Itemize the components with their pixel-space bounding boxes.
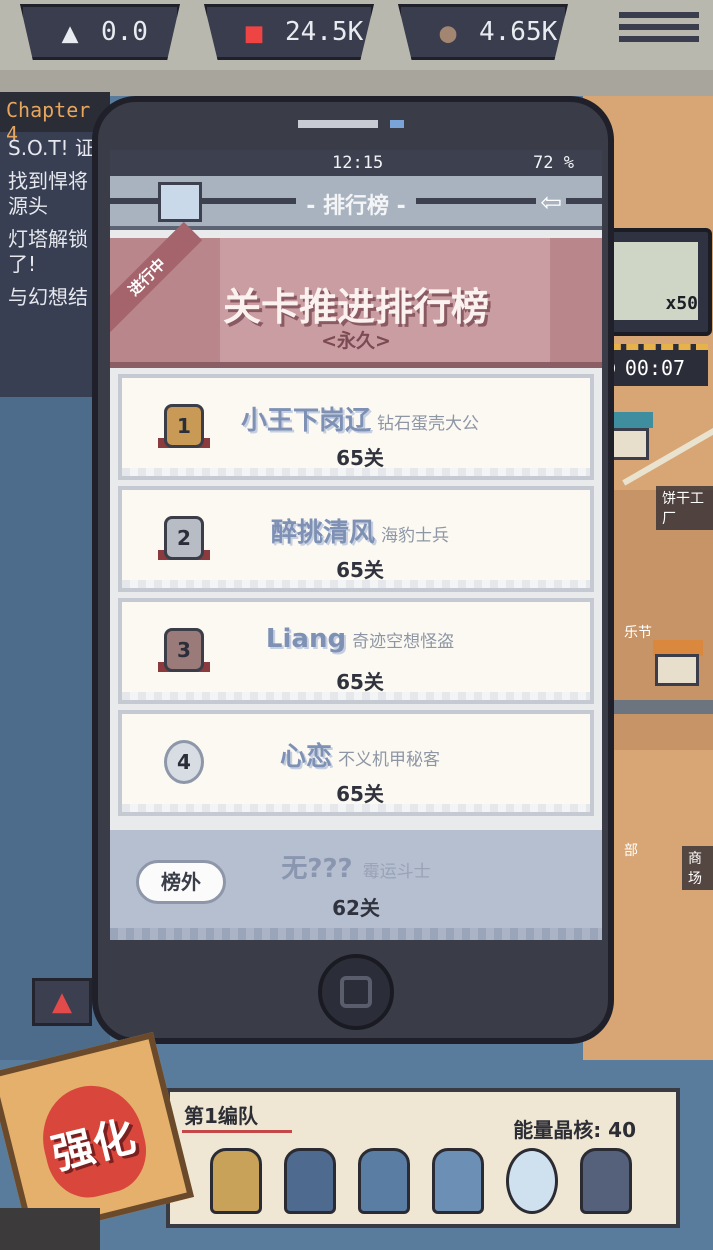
squad-member-avatar[interactable] bbox=[210, 1148, 262, 1214]
resource-sail-value: 0.0 bbox=[101, 17, 148, 47]
player-name: Liang bbox=[265, 624, 347, 654]
phone-status-bar: 12:15 72 % bbox=[110, 150, 602, 176]
player-score: 65关 bbox=[336, 558, 384, 582]
bottom-decor bbox=[0, 1208, 100, 1250]
phone-home-button[interactable] bbox=[318, 954, 394, 1030]
squad-panel[interactable]: 第1编队 能量晶核: 40 bbox=[166, 1088, 680, 1228]
energy-core-count: 能量晶核: 40 bbox=[513, 1118, 636, 1142]
squad-member-avatar[interactable] bbox=[284, 1148, 336, 1214]
reward-timer-value: 00:07 bbox=[624, 356, 686, 380]
resource-ore-value: 4.65K bbox=[479, 17, 558, 47]
map-label-mall[interactable]: 商场 bbox=[682, 846, 713, 890]
leaderboard-row[interactable]: 2 醉挑清风 海豹士兵 65关 bbox=[118, 486, 594, 592]
resource-ore[interactable]: ● 4.65K bbox=[398, 4, 568, 60]
map-building[interactable] bbox=[655, 654, 699, 686]
page-title: - 排行榜 - bbox=[296, 194, 416, 219]
phone-screen: 12:15 72 % - 排行榜 - ⇦ 进行中 关卡推进排行榜 <永久> 1 bbox=[110, 150, 602, 940]
ore-icon: ● bbox=[439, 15, 457, 49]
warning-icon: ▲ bbox=[52, 987, 72, 1017]
squad-member-avatar[interactable] bbox=[506, 1148, 558, 1214]
player-score: 65关 bbox=[336, 782, 384, 806]
player-name: 小王下岗辽 bbox=[240, 406, 371, 436]
my-score: 62关 bbox=[332, 896, 380, 920]
squad-member-avatar[interactable] bbox=[358, 1148, 410, 1214]
reward-count: x50 bbox=[665, 293, 698, 314]
squad-member-avatar[interactable] bbox=[432, 1148, 484, 1214]
player-score: 65关 bbox=[336, 446, 384, 470]
player-title: 奇迹空想怪盗 bbox=[352, 632, 455, 652]
player-name: 心恋 bbox=[279, 742, 332, 772]
player-score: 65关 bbox=[336, 670, 384, 694]
status-battery: 72 % bbox=[533, 153, 574, 173]
my-name: 无??? bbox=[281, 854, 353, 884]
leaderboard-row[interactable]: 1 小王下岗辽 钻石蛋壳大公 65关 bbox=[118, 374, 594, 480]
squad-name: 第1编队 bbox=[184, 1104, 258, 1128]
my-title: 霉运斗士 bbox=[362, 862, 431, 882]
parts-icon: ■ bbox=[245, 15, 263, 49]
banner-subtitle: <永久> bbox=[321, 330, 391, 352]
menu-button[interactable] bbox=[619, 6, 699, 54]
phone-frame: 12:15 72 % - 排行榜 - ⇦ 进行中 关卡推进排行榜 <永久> 1 bbox=[92, 96, 614, 1044]
map-label-festival[interactable]: 乐节 bbox=[618, 620, 658, 644]
phone-speaker bbox=[298, 120, 378, 128]
squad-members bbox=[210, 1148, 632, 1214]
leaderboard-row[interactable]: 3 Liang 奇迹空想怪盗 65关 bbox=[118, 598, 594, 704]
player-name: 醉挑清风 bbox=[270, 518, 375, 548]
warning-button[interactable]: ▲ bbox=[32, 978, 92, 1026]
resource-parts[interactable]: ■ 24.5K bbox=[204, 4, 374, 60]
squad-member-avatar[interactable] bbox=[580, 1148, 632, 1214]
leaderboard-banner: 进行中 关卡推进排行榜 <永久> bbox=[110, 221, 602, 368]
phone-camera bbox=[390, 120, 404, 128]
back-arrow-icon[interactable]: ⇦ bbox=[536, 188, 566, 218]
sail-icon: ▲ bbox=[61, 15, 79, 49]
player-title: 不义机甲秘客 bbox=[338, 750, 440, 770]
map-label-dept[interactable]: 部 bbox=[618, 838, 644, 862]
player-title: 海豹士兵 bbox=[381, 526, 449, 546]
status-time: 12:15 bbox=[332, 153, 384, 173]
player-title: 钻石蛋壳大公 bbox=[377, 414, 479, 434]
my-rank-row[interactable]: 榜外 无??? 霉运斗士 62关 bbox=[110, 830, 602, 940]
resource-parts-value: 24.5K bbox=[285, 17, 364, 47]
resource-sail[interactable]: ▲ 0.0 bbox=[20, 4, 180, 60]
leaderboard-row[interactable]: 4 心恋 不义机甲秘客 65关 bbox=[118, 710, 594, 816]
map-label-factory[interactable]: 饼干工厂 bbox=[656, 486, 713, 530]
banner-title: 关卡推进排行榜 bbox=[222, 285, 489, 329]
